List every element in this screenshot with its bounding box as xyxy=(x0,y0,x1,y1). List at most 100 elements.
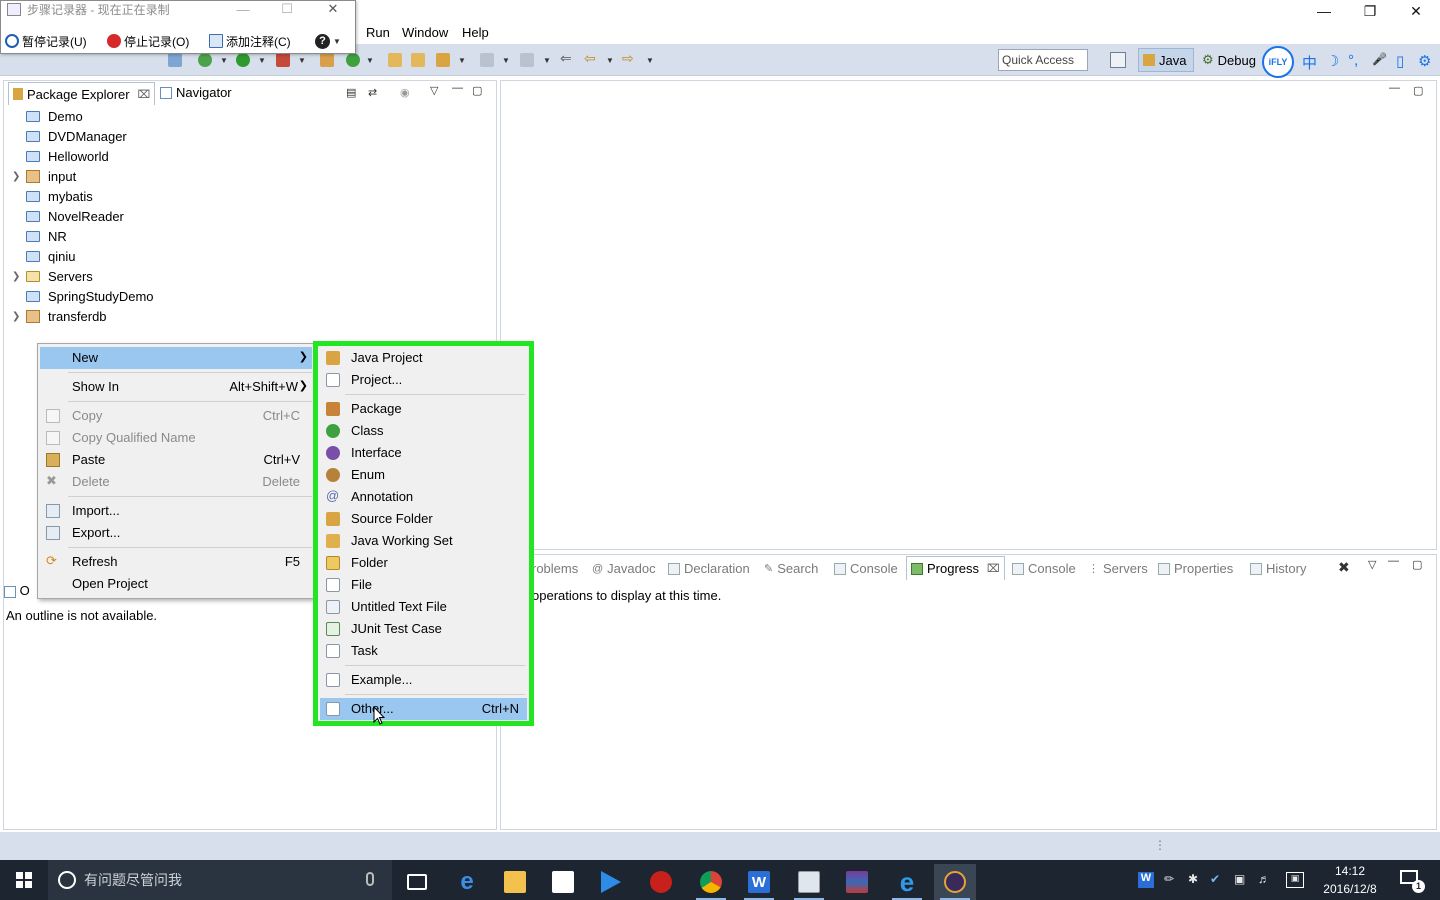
chevron-down-icon[interactable]: ▼ xyxy=(543,56,551,65)
taskbar-file-explorer[interactable] xyxy=(494,864,536,900)
tree-item-novelreader[interactable]: NovelReader xyxy=(12,206,124,226)
chevron-down-icon[interactable]: ▼ xyxy=(220,56,228,65)
taskbar-steps-recorder[interactable] xyxy=(788,864,830,900)
taskbar-store[interactable] xyxy=(542,864,584,900)
taskbar-chrome[interactable] xyxy=(690,864,732,900)
prev-annotation-icon[interactable] xyxy=(520,53,534,67)
ifly-keyboard-button[interactable]: ▯ xyxy=(1396,52,1404,70)
view-menu-icon[interactable]: ▽ xyxy=(430,84,438,97)
chevron-down-icon[interactable]: ▼ xyxy=(258,56,266,65)
maximize-view-icon[interactable]: ▢ xyxy=(1413,84,1423,97)
action-center-button[interactable]: 1 xyxy=(1396,866,1425,894)
chevron-right-icon[interactable]: ❯ xyxy=(12,171,26,182)
chevron-down-icon[interactable]: ▼ xyxy=(646,56,654,65)
maximize-view-icon[interactable]: ▢ xyxy=(1412,558,1422,571)
open-type-icon[interactable] xyxy=(388,53,402,67)
perspective-java[interactable]: Java xyxy=(1138,48,1194,72)
tree-item-demo[interactable]: Demo xyxy=(12,106,83,126)
sync-tray-icon[interactable]: ✔ xyxy=(1210,872,1220,886)
sub-enum[interactable]: Enum xyxy=(320,464,527,486)
taskbar-eclipse[interactable] xyxy=(934,864,976,900)
bluetooth-icon[interactable]: ✱ xyxy=(1188,872,1198,886)
sub-task[interactable]: Task xyxy=(320,640,527,662)
tab-navigator[interactable]: Navigator xyxy=(160,85,232,100)
debug-icon[interactable] xyxy=(198,53,212,67)
ifly-logo[interactable]: iFLY xyxy=(1262,46,1294,78)
network-icon[interactable]: ▣ xyxy=(1234,872,1245,886)
minimize-view-icon[interactable]: — xyxy=(1388,555,1399,567)
sub-folder[interactable]: Folder xyxy=(320,552,527,574)
ifly-mic-button[interactable]: 🎤 xyxy=(1372,52,1387,66)
sub-example[interactable]: Example... xyxy=(320,669,527,691)
task-view-button[interactable] xyxy=(396,864,438,900)
tab-console-2[interactable]: Console xyxy=(1012,561,1076,576)
tab-console[interactable]: Console xyxy=(834,561,898,576)
sub-package[interactable]: Package xyxy=(320,398,527,420)
restore-button[interactable]: ❐ xyxy=(1347,0,1393,22)
taskbar-word[interactable]: W xyxy=(738,864,780,900)
tree-item-springstudydemo[interactable]: SpringStudyDemo xyxy=(12,286,154,306)
sub-java-working-set[interactable]: Java Working Set xyxy=(320,530,527,552)
maximize-view-icon[interactable]: ▢ xyxy=(472,84,482,97)
tab-javadoc[interactable]: @ Javadoc xyxy=(592,561,656,576)
taskbar-media-player[interactable] xyxy=(590,864,632,900)
open-perspective-icon[interactable] xyxy=(1110,52,1126,68)
minimize-button[interactable]: — xyxy=(1301,0,1347,22)
search-icon[interactable] xyxy=(168,53,182,67)
tree-item-qiniu[interactable]: qiniu xyxy=(12,246,75,266)
annotation-nav-icon[interactable] xyxy=(480,53,494,67)
close-icon[interactable]: ⌧ xyxy=(138,88,151,101)
run-icon[interactable] xyxy=(236,53,250,67)
tree-item-nr[interactable]: NR xyxy=(12,226,67,246)
sub-java-project[interactable]: Java Project xyxy=(320,347,527,369)
ctx-export[interactable]: Export... xyxy=(40,522,312,544)
sub-source-folder[interactable]: Source Folder xyxy=(320,508,527,530)
tab-properties[interactable]: Properties xyxy=(1158,561,1233,576)
tab-search[interactable]: ✎ Search xyxy=(764,561,818,576)
tree-item-servers[interactable]: ❯ Servers xyxy=(12,266,93,286)
taskbar-clock[interactable]: 14:12 2016/12/8 xyxy=(1312,862,1388,898)
perspective-debug[interactable]: ⚙ Debug xyxy=(1198,48,1260,72)
recorder-minimize-button[interactable]: — xyxy=(221,0,265,18)
tab-servers[interactable]: ⋮ Servers xyxy=(1088,561,1148,576)
sub-other[interactable]: Other... Ctrl+N xyxy=(320,698,527,720)
pen-tray-icon[interactable]: ✏ xyxy=(1164,872,1174,886)
taskbar-ie[interactable]: e xyxy=(886,864,928,900)
ifly-settings-button[interactable]: ⚙ xyxy=(1418,52,1431,70)
sub-annotation[interactable]: @ Annotation xyxy=(320,486,527,508)
ctx-show-in[interactable]: Show In Alt+Shift+W ❯ xyxy=(40,376,312,398)
ctx-new[interactable]: New ❯ xyxy=(40,347,312,369)
menu-help[interactable]: Help xyxy=(462,25,489,40)
pen-icon[interactable] xyxy=(436,53,450,67)
ctx-paste[interactable]: Paste Ctrl+V xyxy=(40,449,312,471)
last-edit-icon[interactable]: ⇐ xyxy=(560,50,574,66)
chevron-right-icon[interactable]: ❯ xyxy=(12,311,26,322)
tree-item-transferdb[interactable]: ❯ transferdb xyxy=(12,306,107,326)
ctx-refresh[interactable]: ⟳ Refresh F5 xyxy=(40,551,312,573)
tab-progress[interactable]: Progress ⌧ xyxy=(906,556,1005,580)
minimize-view-icon[interactable]: — xyxy=(1389,82,1400,94)
chevron-down-icon[interactable]: ▼ xyxy=(458,56,466,65)
recorder-close-button[interactable]: ✕ xyxy=(311,0,355,18)
tree-item-helloworld[interactable]: Helloworld xyxy=(12,146,109,166)
close-icon[interactable]: ⌧ xyxy=(987,562,1000,575)
ime-tray-icon[interactable]: ▣ xyxy=(1286,872,1304,888)
open-resource-icon[interactable] xyxy=(411,53,425,67)
chevron-right-icon[interactable]: ❯ xyxy=(12,271,26,282)
ctx-delete[interactable]: ✖ Delete Delete xyxy=(40,471,312,493)
tree-item-input[interactable]: ❯ input xyxy=(12,166,76,186)
stop-record-button[interactable]: 停止记录(O) xyxy=(107,32,189,50)
ifly-moon-button[interactable]: ☽ xyxy=(1326,52,1339,70)
new-class-icon[interactable] xyxy=(346,53,360,67)
menu-window[interactable]: Window xyxy=(402,25,448,40)
tab-declaration[interactable]: Declaration xyxy=(668,561,750,576)
back-icon[interactable]: ⇦ xyxy=(584,50,598,66)
view-menu-icon[interactable]: ▽ xyxy=(1368,558,1376,571)
collapse-all-icon[interactable]: ▤ xyxy=(346,86,356,99)
word-tray-icon[interactable]: W xyxy=(1138,872,1154,888)
ifly-punct-button[interactable]: °, xyxy=(1348,52,1358,69)
sub-project[interactable]: Project... xyxy=(320,369,527,391)
chevron-down-icon[interactable]: ▼ xyxy=(298,56,306,65)
new-package-icon[interactable] xyxy=(320,53,334,67)
focus-icon[interactable]: ◉ xyxy=(400,86,410,99)
